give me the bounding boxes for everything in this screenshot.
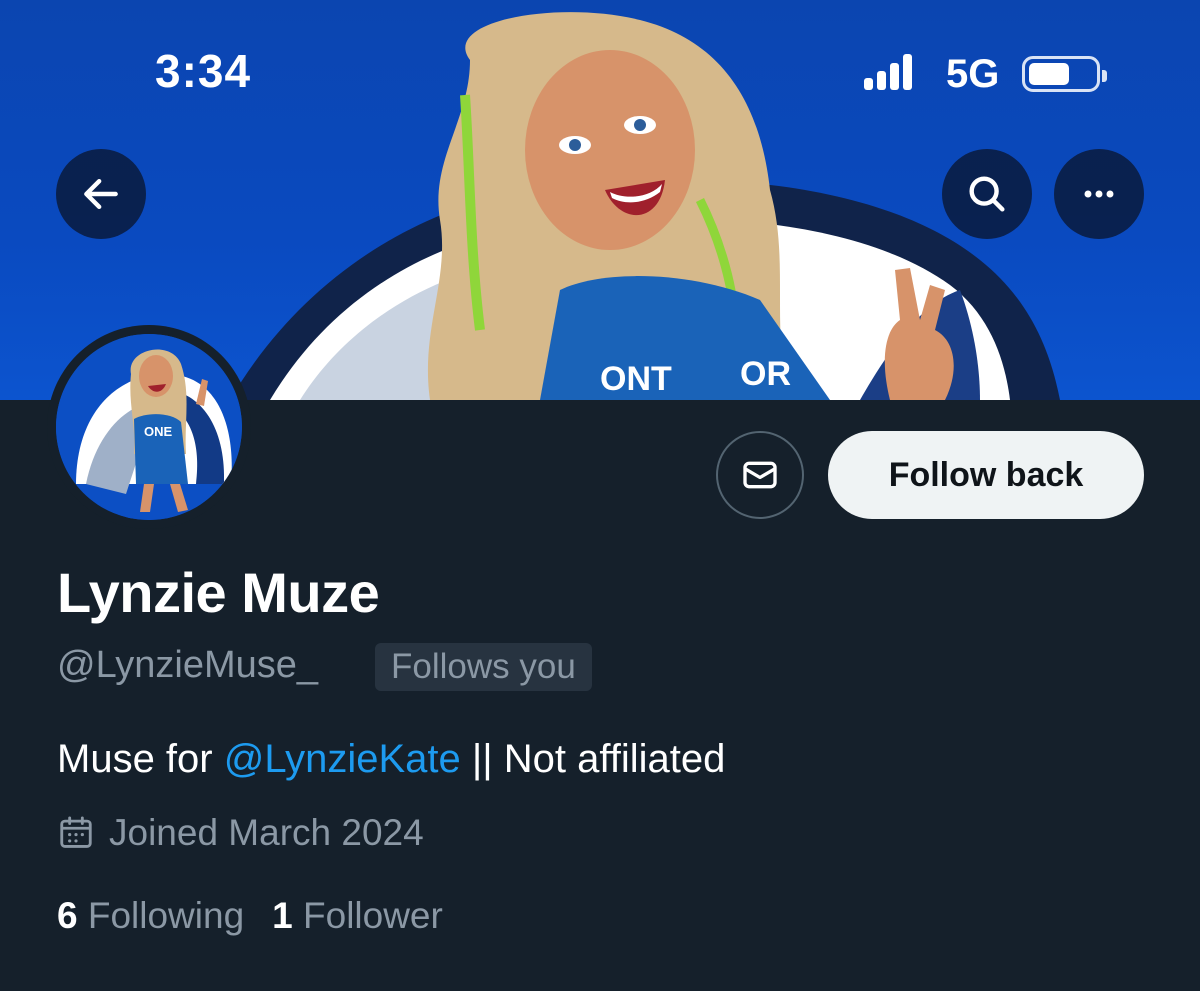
more-options-button[interactable] <box>1054 149 1144 239</box>
user-handle: @LynzieMuse_ <box>57 644 319 686</box>
svg-text:OR: OR <box>740 355 791 393</box>
arrow-left-icon <box>84 178 118 210</box>
more-horizontal-icon <box>1084 190 1114 198</box>
joined-text: Joined March 2024 <box>109 812 424 853</box>
signal-strength-icon <box>864 54 914 90</box>
calendar-icon <box>60 816 92 848</box>
display-name: Lynzie Muze <box>57 561 380 624</box>
status-time: 3:34 <box>155 45 252 97</box>
status-bar: 3:34 5G <box>0 0 1200 140</box>
svg-text:ONE: ONE <box>144 424 173 439</box>
svg-text:ONT: ONT <box>600 360 672 398</box>
followers-label: Follower <box>303 895 443 936</box>
back-button[interactable] <box>56 149 146 239</box>
search-icon <box>969 176 1005 212</box>
joined-date: Joined March 2024 <box>57 812 424 854</box>
following-link[interactable]: 6 Following <box>57 895 244 937</box>
bio-mention-link[interactable]: @LynzieKate <box>224 737 461 781</box>
bio-text-suffix: || Not affiliated <box>460 737 726 781</box>
avatar-illustration: ONE <box>56 334 242 520</box>
network-type: 5G <box>946 52 1000 96</box>
follows-you-badge: Follows you <box>375 643 592 691</box>
avatar[interactable]: ONE <box>47 325 251 529</box>
battery-icon <box>1022 56 1107 92</box>
followers-count: 1 <box>272 895 293 936</box>
envelope-icon <box>743 461 777 489</box>
profile-bio: Muse for @LynzieKate || Not affiliated <box>57 737 725 782</box>
follow-stats: 6 Following 1 Follower <box>57 895 443 937</box>
bio-text-prefix: Muse for <box>57 737 224 781</box>
following-count: 6 <box>57 895 78 936</box>
follow-back-button[interactable]: Follow back <box>828 431 1144 519</box>
search-button[interactable] <box>942 149 1032 239</box>
followers-link[interactable]: 1 Follower <box>272 895 443 937</box>
message-button[interactable] <box>716 431 804 519</box>
following-label: Following <box>87 895 245 936</box>
